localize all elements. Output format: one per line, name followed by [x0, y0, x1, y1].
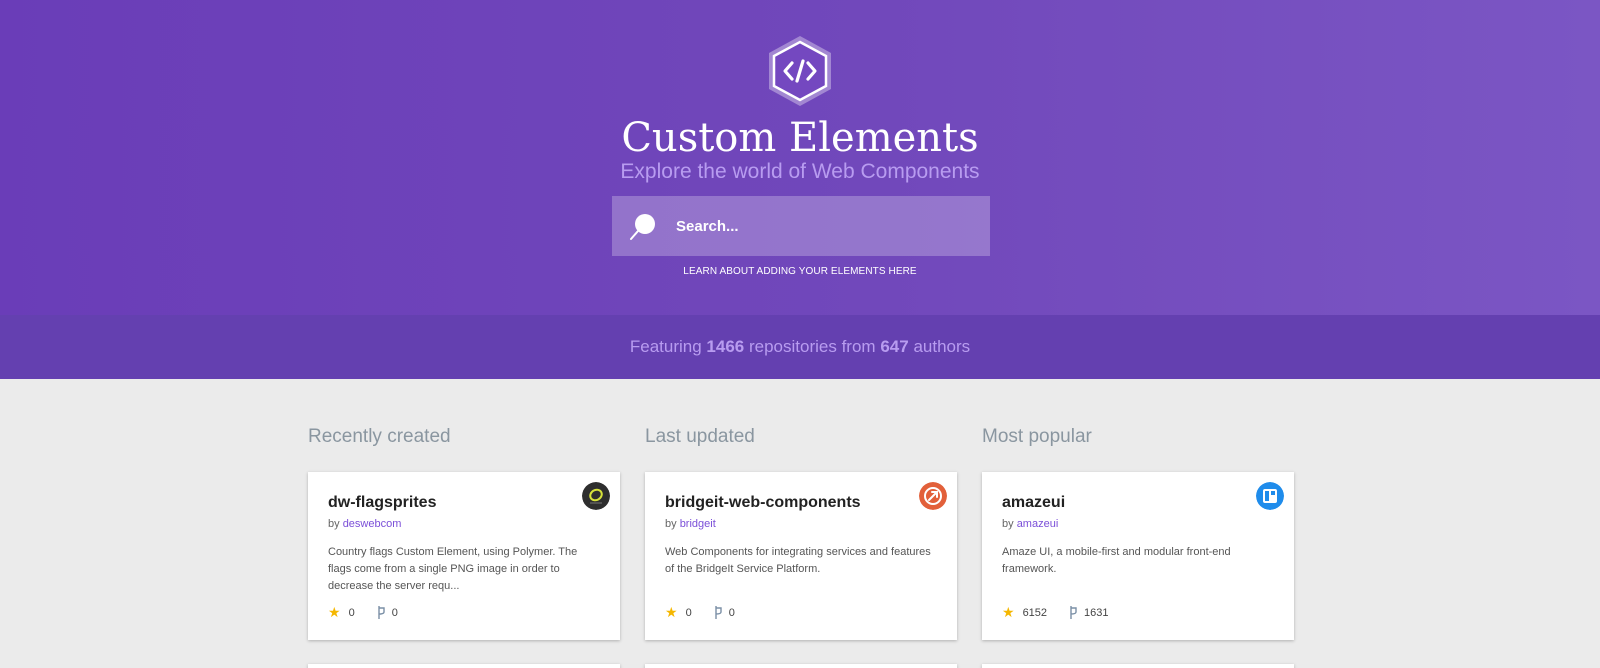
element-name[interactable]: dw-flagsprites: [328, 494, 436, 512]
element-stats: ★ 0 0: [328, 604, 398, 621]
element-description: Country flags Custom Element, using Poly…: [328, 546, 578, 592]
element-name[interactable]: bridgeit-web-components: [665, 494, 861, 512]
element-card[interactable]: [308, 664, 620, 668]
forks-count: 0: [728, 606, 735, 619]
stars-count: 6152: [1022, 606, 1048, 619]
heading-last-updated: Last updated: [645, 426, 755, 447]
stats-suffix: authors: [913, 337, 971, 356]
search-icon: [630, 214, 655, 240]
star-icon: ★: [665, 604, 678, 620]
search-box: [612, 196, 990, 256]
forks-count: 1631: [1084, 606, 1109, 619]
author-avatar[interactable]: [919, 482, 947, 510]
element-author-line: by bridgeit: [665, 518, 716, 530]
code-hexagon-icon[interactable]: [766, 34, 834, 108]
by-label: by: [1002, 518, 1014, 530]
element-name[interactable]: amazeui: [1002, 494, 1065, 512]
repositories-count: 1466: [706, 337, 745, 356]
by-label: by: [665, 518, 677, 530]
search-input[interactable]: [662, 196, 982, 256]
by-label: by: [328, 518, 340, 530]
author-link[interactable]: bridgeit: [680, 518, 716, 530]
element-stats: ★ 6152 1631: [1002, 604, 1109, 621]
element-card[interactable]: bridgeit-web-components by bridgeit Web …: [645, 472, 957, 640]
learn-more-link[interactable]: LEARN ABOUT ADDING YOUR ELEMENTS HERE: [0, 266, 1600, 277]
author-link[interactable]: deswebcom: [343, 518, 402, 530]
fork-icon: [1070, 606, 1077, 619]
authors-count: 647: [880, 337, 909, 356]
element-description: Amaze UI, a mobile-first and modular fro…: [1002, 546, 1231, 575]
stars-count: 0: [348, 606, 355, 619]
element-card[interactable]: [645, 664, 957, 668]
star-icon: ★: [328, 604, 341, 620]
element-author-line: by deswebcom: [328, 518, 401, 530]
star-icon: ★: [1002, 604, 1015, 620]
fork-icon: [377, 606, 385, 619]
forks-count: 0: [391, 606, 398, 619]
stats-middle: repositories from: [748, 337, 876, 356]
element-card[interactable]: amazeui by amazeui Amaze UI, a mobile-fi…: [982, 472, 1294, 640]
stats-band: Featuring 1466 repositories from 647 aut…: [0, 315, 1600, 379]
heading-recently-created: Recently created: [308, 426, 451, 447]
page-title: Custom Elements: [621, 115, 979, 161]
author-link[interactable]: amazeui: [1017, 518, 1059, 530]
hero-banner: Custom Elements Explore the world of Web…: [0, 0, 1600, 315]
fork-icon: [714, 606, 722, 619]
page-subtitle: Explore the world of Web Components: [620, 160, 980, 183]
heading-most-popular: Most popular: [982, 426, 1092, 447]
author-avatar[interactable]: [1256, 482, 1284, 510]
stats-prefix: Featuring: [629, 337, 702, 356]
element-card[interactable]: [982, 664, 1294, 668]
stars-count: 0: [685, 606, 692, 619]
element-author-line: by amazeui: [1002, 518, 1058, 530]
element-stats: ★ 0 0: [665, 604, 735, 621]
element-description: Web Components for integrating services …: [665, 546, 931, 575]
element-card[interactable]: dw-flagsprites by deswebcom Country flag…: [308, 472, 620, 640]
author-avatar[interactable]: [582, 482, 610, 510]
